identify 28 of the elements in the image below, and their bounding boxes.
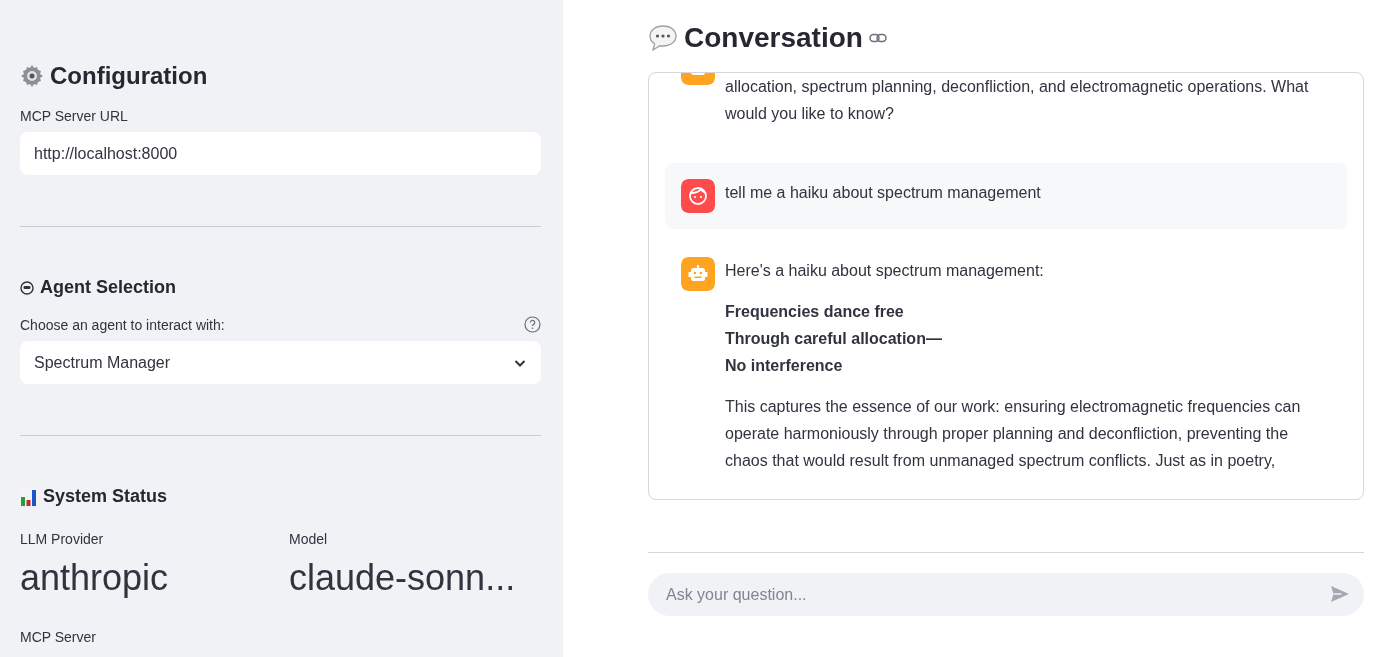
url-input-field[interactable]: http://localhost:8000 (20, 132, 541, 175)
section-heading: Agent Selection (40, 277, 177, 298)
metric-label: LLM Provider (20, 531, 105, 547)
metric-value: claude-sonn... (289, 557, 517, 599)
section-heading: Configuration (50, 62, 208, 90)
poem-line: Through careful allocation— (725, 329, 943, 349)
metric-value: anthropic (20, 557, 170, 599)
poem-line: Frequencies dance free (725, 302, 905, 322)
message-text: Here's a haiku about spectrum management: (725, 261, 1045, 281)
agent-dropdown[interactable]: Spectrum Manager (20, 341, 541, 384)
help-icon[interactable] (524, 316, 541, 333)
message-text: This captures the essence of our work: ensuring electromagnetic frequencies can operate harmoniously through proper planning and deconfliction, preventing the chaos that would result from unmanaged spectrum conflicts. Just as in poetry, (725, 397, 1302, 471)
message-text: allocation, spectrum planning, deconfliction, and electromagnetic operations. What would you like to know? (725, 77, 1310, 124)
metric-label: MCP Server (20, 629, 97, 645)
gear-icon (20, 64, 44, 88)
metric-label: Model (289, 531, 329, 547)
section-heading: System Status (43, 486, 168, 507)
bar-chart-icon (20, 487, 37, 506)
field-label: MCP Server URL (20, 108, 128, 124)
robot-avatar-icon (681, 257, 715, 291)
speech-bubble-icon (648, 24, 678, 52)
field-label: Choose an agent to interact with: (20, 316, 225, 333)
user-avatar-icon (681, 179, 715, 213)
question-input-field[interactable]: Ask your question... (648, 573, 1364, 616)
message-text: tell me a haiku about spectrum management (725, 183, 1042, 203)
poem-line: No interference (725, 356, 844, 376)
page-heading: Conversation (684, 22, 863, 54)
link-icon[interactable] (868, 32, 887, 44)
